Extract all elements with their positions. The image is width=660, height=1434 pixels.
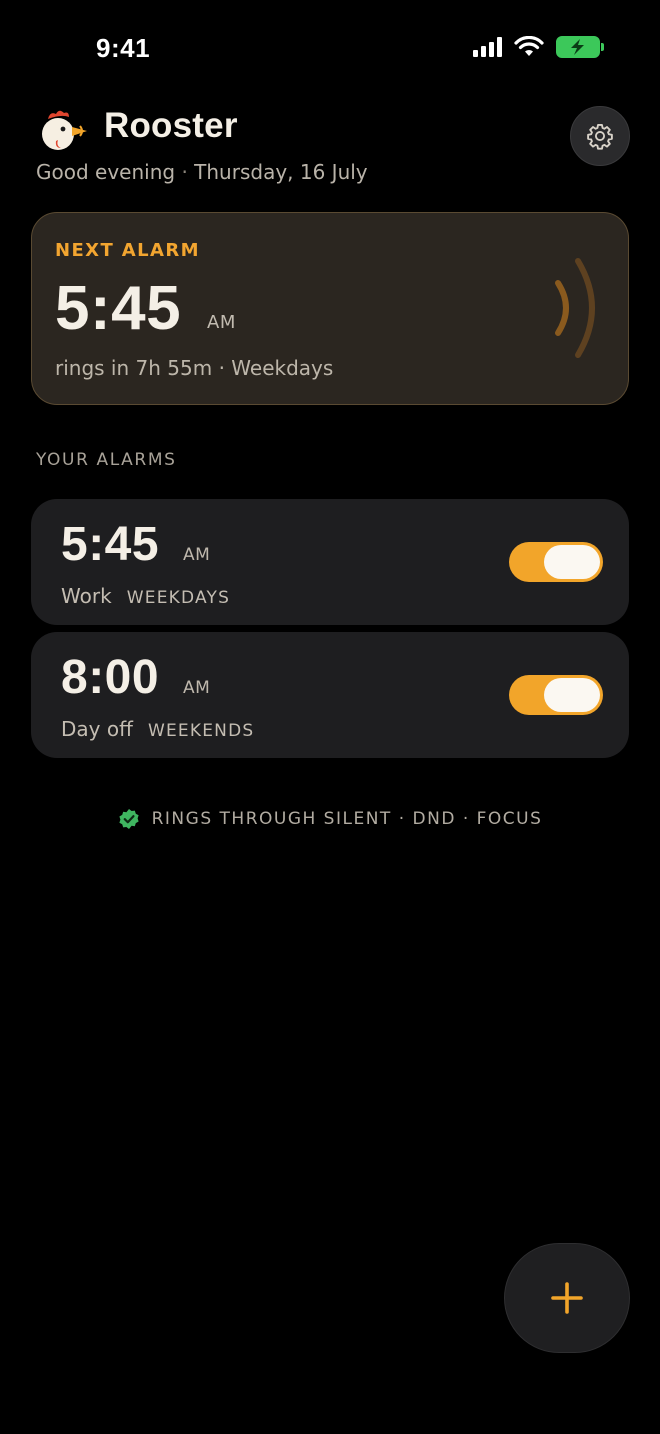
- toggle-knob: [544, 678, 600, 712]
- alarm-days: WEEKENDS: [147, 721, 255, 741]
- next-alarm-ampm: AM: [207, 312, 236, 333]
- gear-icon: [587, 123, 613, 150]
- alarm-time: 5:45: [61, 518, 160, 571]
- greeting-separator: ·: [181, 160, 195, 184]
- next-alarm-repeat: Weekdays: [231, 356, 334, 380]
- plus-icon: [551, 1282, 583, 1314]
- alarm-toggle[interactable]: [509, 542, 603, 582]
- add-alarm-button[interactable]: [504, 1243, 630, 1353]
- status-bar: 9:41: [0, 0, 660, 96]
- alarm-label: Day off: [61, 717, 133, 741]
- toggle-knob: [544, 545, 600, 579]
- next-alarm-label: NEXT ALARM: [55, 240, 200, 261]
- rings-through-silent-note: RINGS THROUGH SILENT · DND · FOCUS: [0, 808, 660, 830]
- next-alarm-meta: rings in 7h 55m · Weekdays: [55, 356, 333, 380]
- alarm-label: Work: [61, 584, 112, 608]
- next-alarm-card[interactable]: NEXT ALARM 5:45 AM rings in 7h 55m · Wee…: [31, 212, 629, 405]
- alarm-subtitle: Work WEEKDAYS: [61, 584, 230, 608]
- settings-button[interactable]: [570, 106, 630, 166]
- silent-note-text: RINGS THROUGH SILENT · DND · FOCUS: [151, 809, 543, 829]
- alarm-subtitle: Day off WEEKENDS: [61, 717, 254, 741]
- current-date: Thursday, 16 July: [194, 160, 368, 184]
- verified-check-icon: [119, 809, 139, 829]
- alarm-days: WEEKDAYS: [126, 588, 231, 608]
- battery-charging-icon: [556, 36, 604, 58]
- greeting-text: Good evening: [36, 160, 176, 184]
- alarm-ampm: AM: [183, 545, 211, 565]
- alarm-ampm: AM: [183, 678, 211, 698]
- alarms-section-label: YOUR ALARMS: [36, 450, 177, 470]
- alarm-list-screen: 9:41 Rooster Good evening · Thursday, 16…: [0, 0, 660, 1434]
- wifi-icon: [514, 36, 544, 56]
- next-alarm-countdown: rings in 7h 55m: [55, 356, 213, 380]
- rooster-logo-icon: [42, 110, 87, 150]
- alarm-toggle[interactable]: [509, 675, 603, 715]
- alarm-row[interactable]: 8:00 AM Day off WEEKENDS: [31, 632, 629, 758]
- app-title: Rooster: [104, 106, 238, 145]
- meta-separator: ·: [218, 356, 232, 380]
- next-alarm-time: 5:45: [55, 274, 182, 343]
- sound-waves-icon: [555, 258, 595, 358]
- alarm-time: 8:00: [61, 651, 160, 704]
- status-time: 9:41: [96, 33, 151, 63]
- status-icons: [473, 36, 604, 58]
- greeting-line: Good evening · Thursday, 16 July: [36, 160, 368, 184]
- cellular-signal-icon: [473, 37, 502, 57]
- alarm-row[interactable]: 5:45 AM Work WEEKDAYS: [31, 499, 629, 625]
